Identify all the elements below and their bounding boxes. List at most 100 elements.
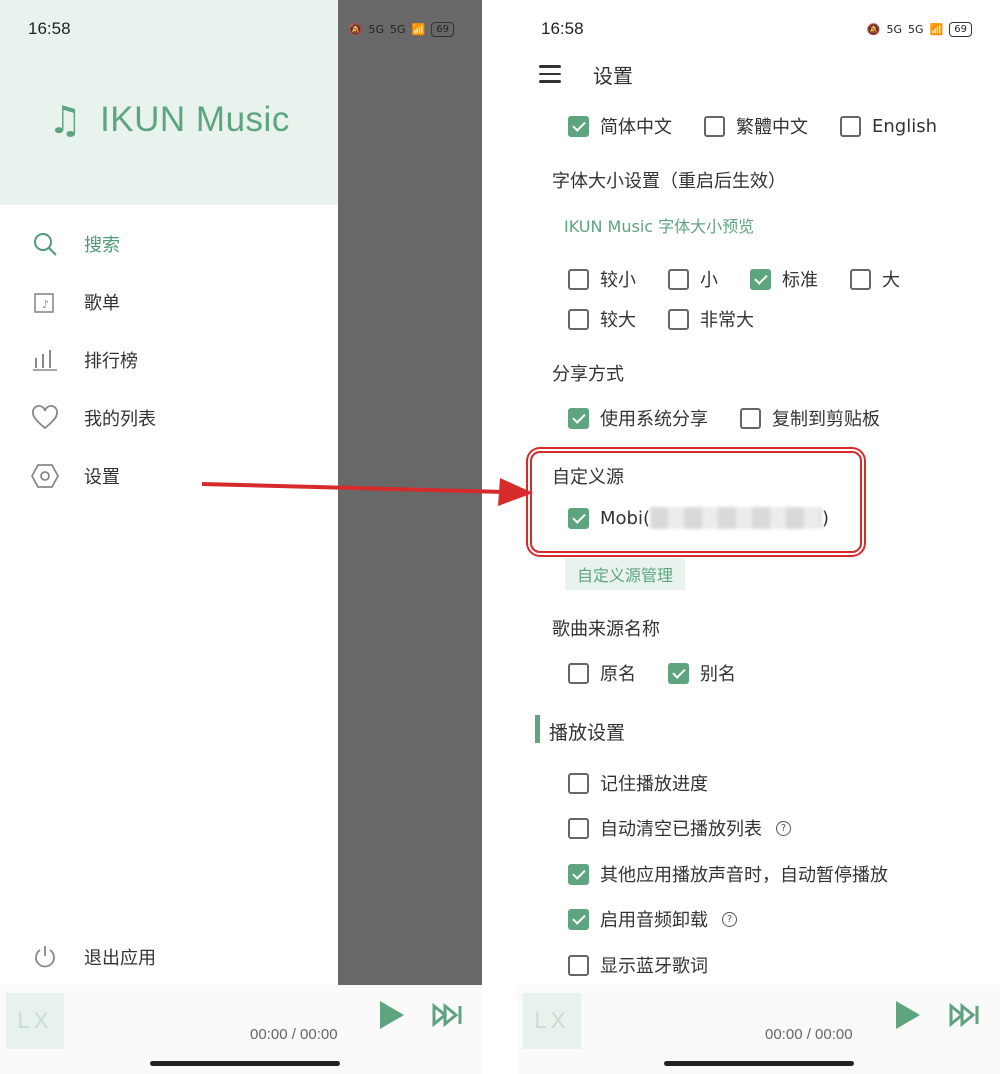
audio-offload-checkbox[interactable]: 启用音频卸载 bbox=[568, 906, 708, 932]
album-art-logo[interactable]: LX bbox=[523, 993, 581, 1049]
menu-item-my-list[interactable]: 我的列表 bbox=[0, 389, 338, 447]
search-icon bbox=[30, 229, 60, 259]
menu-item-leaderboard[interactable]: 排行榜 bbox=[0, 331, 338, 389]
playback-section-title: 播放设置 bbox=[549, 722, 626, 744]
checkbox-checked-icon bbox=[568, 115, 589, 137]
status-bar: 16:58 🔕 5G 5G 📶 69 bbox=[517, 0, 1000, 58]
lang-english-checkbox[interactable]: English bbox=[840, 115, 937, 137]
checkbox-empty-icon bbox=[568, 954, 589, 976]
checkbox-empty-icon bbox=[568, 772, 589, 794]
menu-hamburger-icon[interactable] bbox=[539, 65, 561, 83]
section-accent-bar bbox=[535, 715, 540, 743]
annotation-arrow bbox=[201, 478, 533, 506]
font-size-options-row1: 较小 小 标准 大 bbox=[568, 266, 932, 292]
menu-item-search[interactable]: 搜索 bbox=[0, 215, 338, 273]
checkbox-checked-icon bbox=[750, 268, 771, 290]
menu-item-label: 设置 bbox=[84, 467, 120, 488]
player-bar: LX 00:00 / 00:00 bbox=[0, 985, 482, 1074]
drawer-menu: 搜索 ♪ 歌单 排行榜 我的列表 设置 bbox=[0, 215, 338, 505]
checkbox-empty-icon bbox=[740, 407, 761, 429]
playback-option-bluetooth-lyrics: 显示蓝牙歌词 bbox=[568, 952, 740, 978]
checkbox-label: 大 bbox=[882, 270, 900, 291]
top-app-bar: 设置 bbox=[517, 55, 1000, 93]
right-screen: 16:58 🔕 5G 5G 📶 69 设置 简体中文 繁體中文 English … bbox=[517, 0, 1000, 1074]
status-time: 16:58 bbox=[541, 19, 584, 38]
checkbox-empty-icon bbox=[668, 308, 689, 330]
page-title: 设置 bbox=[593, 63, 633, 88]
checkbox-checked-icon bbox=[668, 662, 689, 684]
play-icon[interactable] bbox=[894, 999, 922, 1035]
mute-icon: 🔕 bbox=[348, 22, 363, 36]
source-alias-checkbox[interactable]: 别名 bbox=[668, 660, 736, 686]
help-icon[interactable]: ? bbox=[722, 911, 737, 927]
lang-traditional-checkbox[interactable]: 繁體中文 bbox=[704, 113, 808, 139]
checkbox-label: 使用系统分享 bbox=[600, 409, 708, 430]
wifi-icon: 📶 bbox=[411, 22, 426, 36]
exit-label: 退出应用 bbox=[84, 948, 156, 969]
checkbox-empty-icon bbox=[668, 268, 689, 290]
album-art-logo[interactable]: LX bbox=[6, 993, 64, 1049]
checkbox-empty-icon bbox=[704, 115, 725, 137]
playlist-icon: ♪ bbox=[30, 287, 60, 317]
font-small-checkbox[interactable]: 小 bbox=[668, 266, 718, 292]
power-icon bbox=[30, 942, 60, 972]
menu-item-label: 我的列表 bbox=[84, 409, 156, 430]
lang-simplified-checkbox[interactable]: 简体中文 bbox=[568, 113, 672, 139]
source-original-name-checkbox[interactable]: 原名 bbox=[568, 660, 636, 686]
checkbox-label: 显示蓝牙歌词 bbox=[600, 956, 708, 977]
checkbox-label: 标准 bbox=[782, 270, 818, 291]
checkbox-label: 其他应用播放声音时，自动暂停播放 bbox=[600, 865, 888, 886]
font-larger-checkbox[interactable]: 较大 bbox=[568, 306, 636, 332]
checkbox-checked-icon bbox=[568, 908, 589, 930]
signal-2-icon: 5G bbox=[908, 22, 924, 36]
checkbox-empty-icon bbox=[850, 268, 871, 290]
status-time: 16:58 bbox=[28, 19, 71, 38]
music-note-logo-icon: ♫ bbox=[48, 98, 83, 142]
bluetooth-lyrics-checkbox[interactable]: 显示蓝牙歌词 bbox=[568, 952, 708, 978]
custom-source-manage-button[interactable]: 自定义源管理 bbox=[565, 558, 686, 590]
player-time: 00:00 / 00:00 bbox=[250, 1026, 338, 1043]
font-large-checkbox[interactable]: 大 bbox=[850, 266, 900, 292]
font-very-large-checkbox[interactable]: 非常大 bbox=[668, 306, 754, 332]
share-clipboard-checkbox[interactable]: 复制到剪贴板 bbox=[740, 405, 880, 431]
home-indicator bbox=[664, 1061, 854, 1066]
checkbox-empty-icon bbox=[568, 662, 589, 684]
next-track-icon[interactable] bbox=[949, 1002, 981, 1031]
status-icons: 🔕 5G 5G 📶 69 bbox=[348, 21, 454, 37]
checkbox-label: 较小 bbox=[600, 270, 636, 291]
remember-progress-checkbox[interactable]: 记住播放进度 bbox=[568, 770, 708, 796]
auto-pause-checkbox[interactable]: 其他应用播放声音时，自动暂停播放 bbox=[568, 861, 888, 887]
exit-app-item[interactable]: 退出应用 bbox=[0, 928, 338, 986]
signal-icon: 5G bbox=[886, 22, 903, 36]
checkbox-label: 启用音频卸载 bbox=[600, 910, 708, 931]
heart-icon bbox=[30, 403, 60, 433]
next-track-icon[interactable] bbox=[432, 1002, 464, 1031]
checkbox-label: 小 bbox=[700, 270, 718, 291]
player-time: 00:00 / 00:00 bbox=[765, 1026, 853, 1043]
source-name-options: 原名 别名 bbox=[568, 660, 768, 686]
font-size-options-row2: 较大 非常大 bbox=[568, 306, 786, 332]
auto-clear-played-checkbox[interactable]: 自动清空已播放列表 bbox=[568, 815, 762, 841]
share-title: 分享方式 bbox=[552, 364, 624, 385]
play-icon[interactable] bbox=[378, 999, 406, 1035]
app-name: IKUN Music bbox=[100, 100, 290, 139]
font-smaller-checkbox[interactable]: 较小 bbox=[568, 266, 636, 292]
checkbox-label: English bbox=[872, 115, 937, 137]
menu-item-label: 排行榜 bbox=[84, 351, 138, 372]
checkbox-empty-icon bbox=[568, 817, 589, 839]
checkbox-checked-icon bbox=[568, 407, 589, 429]
playback-option-remember-progress: 记住播放进度 bbox=[568, 770, 740, 796]
status-bar: 16:58 🔕 5G 5G 📶 69 bbox=[0, 0, 482, 58]
svg-text:♪: ♪ bbox=[42, 298, 49, 311]
checkbox-label: 自动清空已播放列表 bbox=[600, 819, 762, 840]
menu-item-playlist[interactable]: ♪ 歌单 bbox=[0, 273, 338, 331]
share-options: 使用系统分享 复制到剪贴板 bbox=[568, 405, 912, 431]
help-icon[interactable]: ? bbox=[776, 820, 791, 836]
checkbox-empty-icon bbox=[568, 268, 589, 290]
checkbox-label: 别名 bbox=[700, 664, 736, 685]
font-standard-checkbox[interactable]: 标准 bbox=[750, 266, 818, 292]
player-bar: LX 00:00 / 00:00 bbox=[517, 985, 1000, 1074]
share-system-checkbox[interactable]: 使用系统分享 bbox=[568, 405, 708, 431]
battery-icon: 69 bbox=[431, 21, 454, 37]
source-name-title: 歌曲来源名称 bbox=[552, 619, 660, 640]
